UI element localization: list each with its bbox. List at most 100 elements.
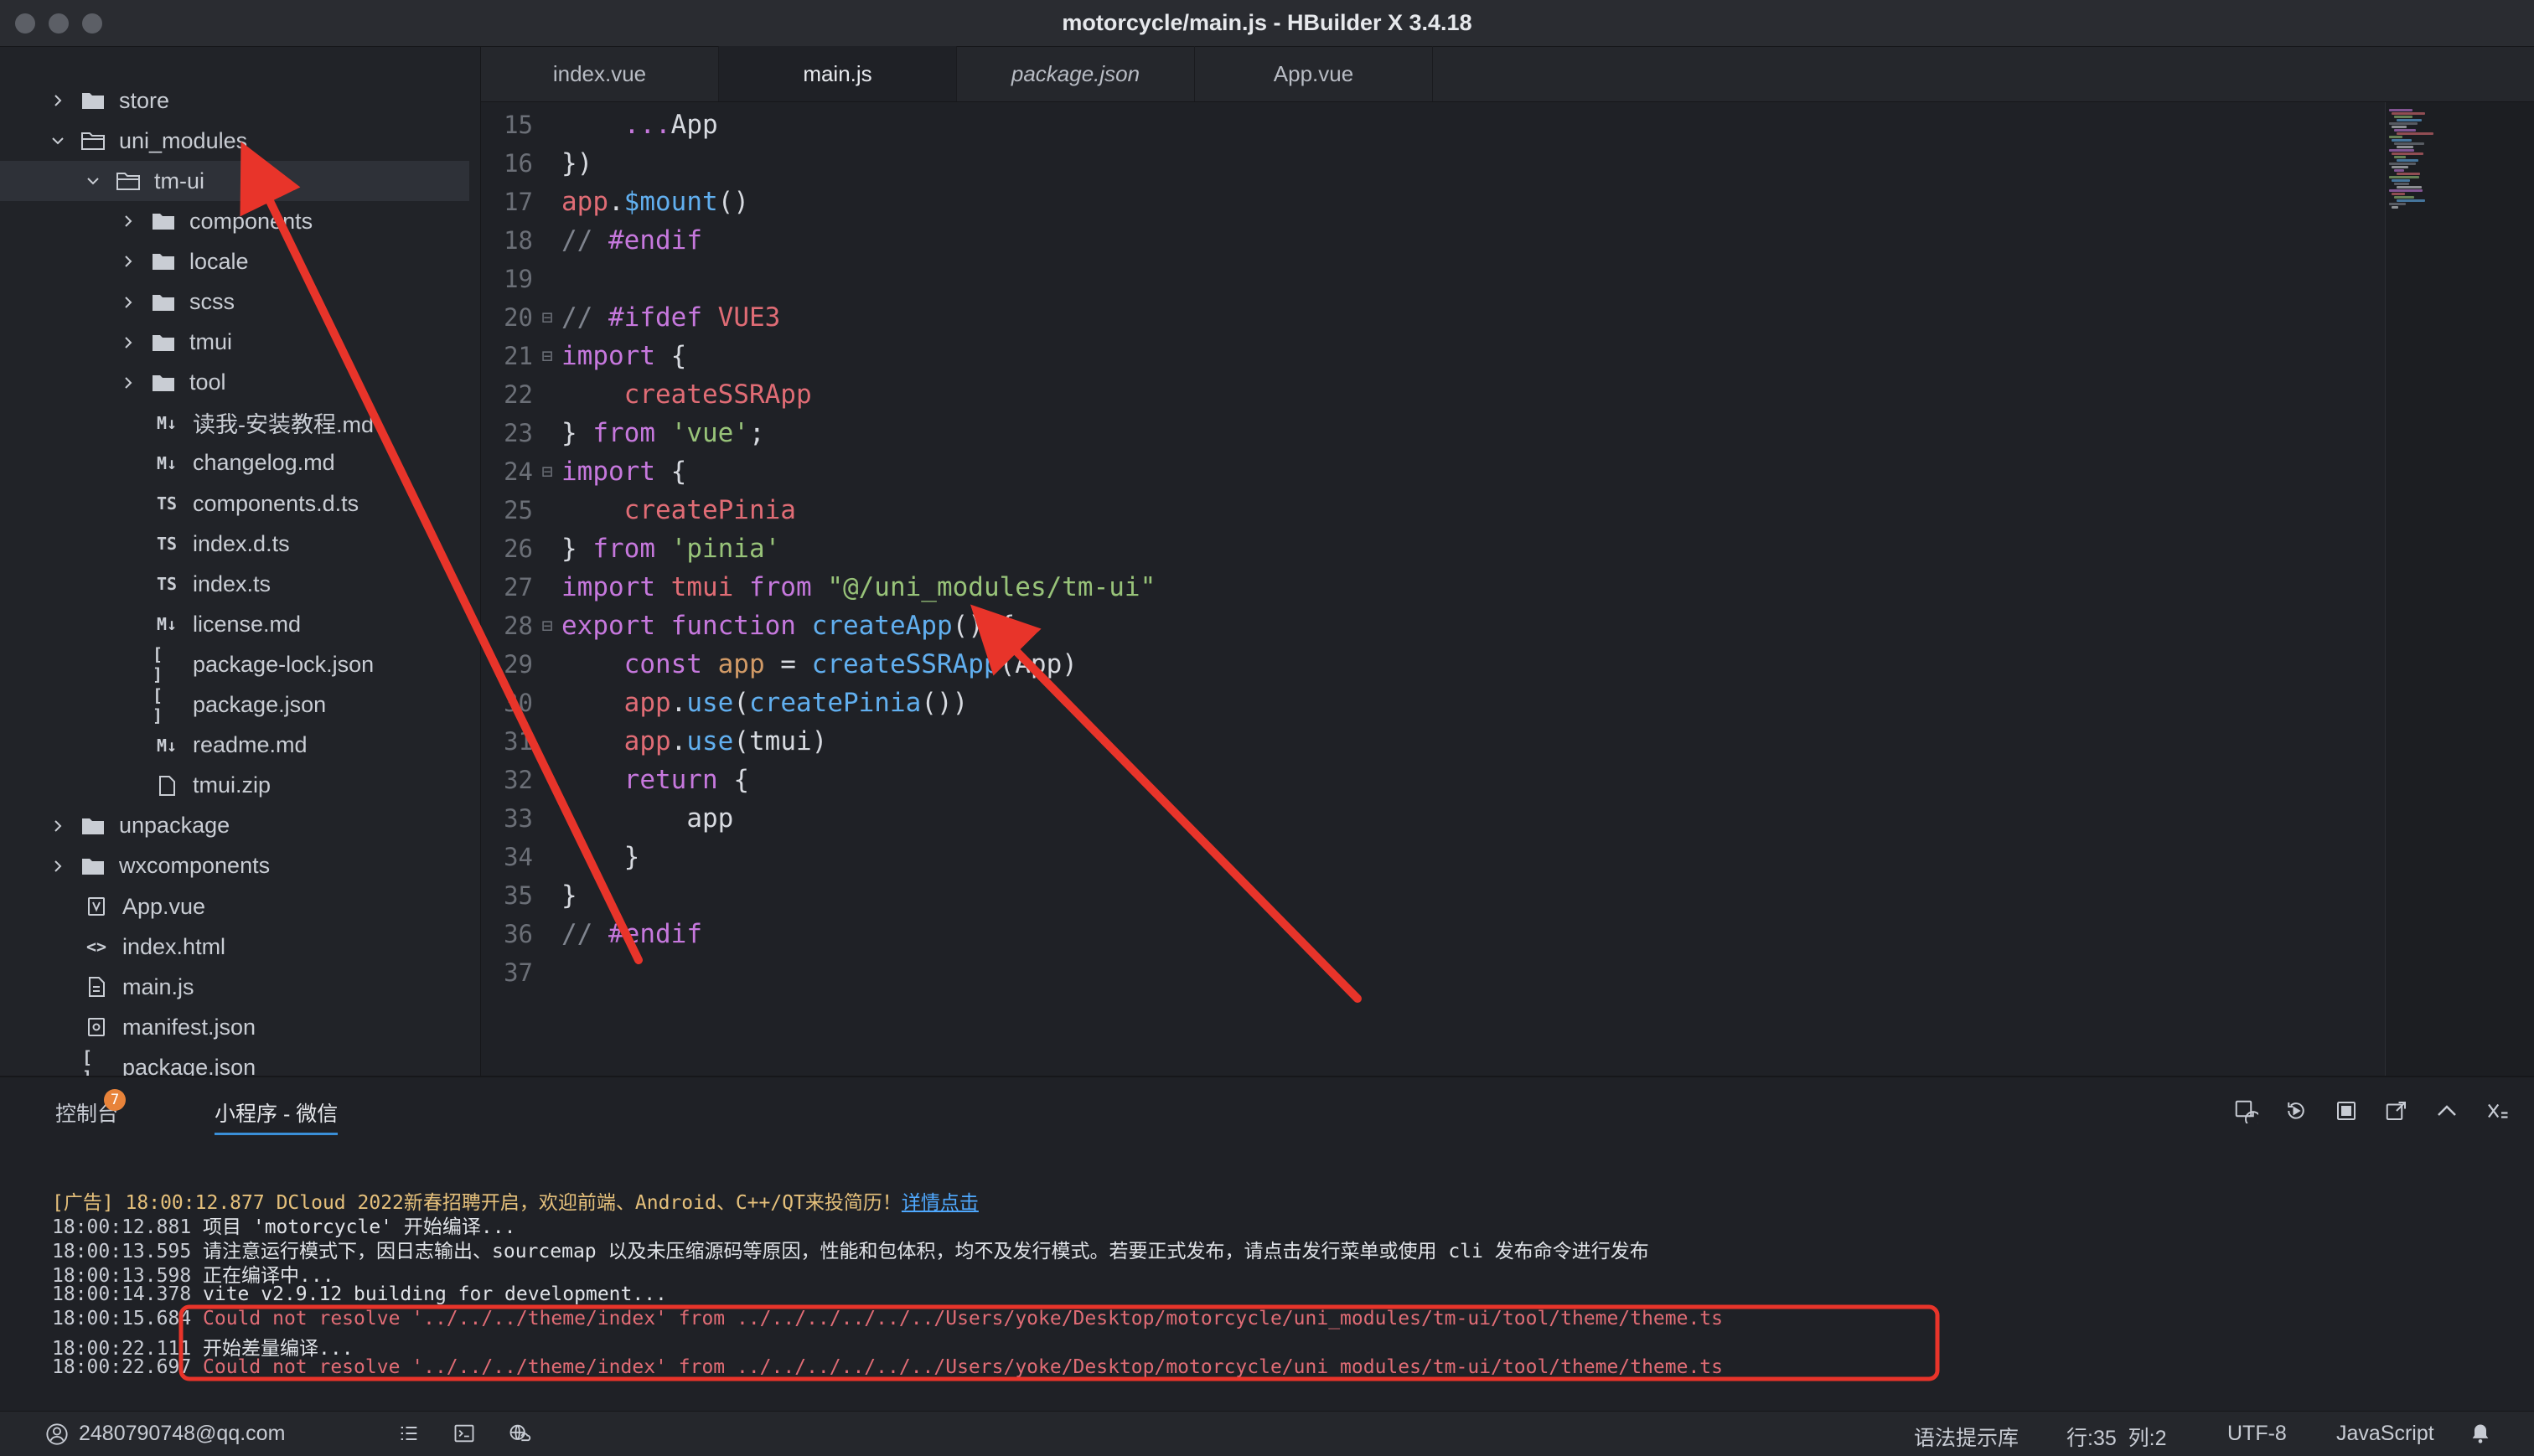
code-line[interactable]: 32 return { xyxy=(481,761,2325,799)
tree-file-manifest-json[interactable]: manifest.json xyxy=(0,1007,469,1047)
tree-folder-tm-ui[interactable]: tm-ui xyxy=(0,161,469,202)
tree-file-app-vue[interactable]: App.vue xyxy=(0,886,469,927)
code-line[interactable]: 20 ⊟// #ifdef VUE3 xyxy=(481,298,2325,337)
code-token: tmui xyxy=(670,572,749,602)
code-line[interactable]: 17 app.$mount() xyxy=(481,183,2325,221)
code-line[interactable]: 26} from 'pinia' xyxy=(481,529,2325,568)
clear-console-icon[interactable] xyxy=(2482,1096,2512,1126)
tab-package-json[interactable]: package.json xyxy=(957,46,1195,101)
chevron-right-icon[interactable] xyxy=(49,817,67,835)
fold-toggle-icon[interactable]: ⊟ xyxy=(533,462,561,483)
code-token: "@/uni_modules/tm-ui" xyxy=(827,572,1156,602)
minimap-line xyxy=(2394,142,2424,145)
reload-icon[interactable] xyxy=(2231,1096,2261,1126)
syntax-library-button[interactable]: 语法提示库 xyxy=(1914,1422,2019,1452)
tree-file-index-d-ts[interactable]: TS index.d.ts xyxy=(0,524,469,564)
ad-details-link[interactable]: 详情点击 xyxy=(902,1192,979,1214)
code-line[interactable]: 34 } xyxy=(481,838,2325,876)
fold-toggle-icon[interactable]: ⊟ xyxy=(533,346,561,367)
export-icon[interactable] xyxy=(2381,1096,2412,1126)
tree-file--md[interactable]: M↓ 读我-安装教程.md xyxy=(0,403,469,443)
code-editor[interactable]: 15 ...App 16}) 17 app.$mount() 18// #endif 19… xyxy=(481,102,2385,1076)
fold-toggle-icon[interactable]: ⊟ xyxy=(533,307,561,328)
minimap[interactable] xyxy=(2385,102,2534,1076)
code-line[interactable]: 24 ⊟ import { xyxy=(481,452,2325,491)
cursor-position[interactable]: 行:35 列:2 xyxy=(2066,1422,2167,1452)
tree-file-package-json[interactable]: [ ] package.json xyxy=(0,1047,469,1076)
terminal-icon[interactable] xyxy=(452,1422,476,1445)
tree-item-label: 读我-安装教程.md xyxy=(193,412,374,438)
tree-item-label: components.d.ts xyxy=(193,490,359,516)
tree-folder-unpackage[interactable]: unpackage xyxy=(0,806,469,846)
account[interactable]: 2480790748@qq.com xyxy=(45,1422,285,1446)
tab-main-js[interactable]: main.js xyxy=(719,46,957,101)
tree-file-tmui-zip[interactable]: tmui.zip xyxy=(0,766,469,806)
code-line[interactable]: 36 // #endif xyxy=(481,915,2325,953)
code-line[interactable]: 16}) xyxy=(481,144,2325,183)
zoom-window-button[interactable] xyxy=(82,13,102,34)
chevron-right-icon[interactable] xyxy=(119,252,137,271)
cloud-icon[interactable] xyxy=(508,1422,531,1445)
code-line[interactable]: 35} xyxy=(481,876,2325,915)
chevron-down-icon[interactable] xyxy=(84,172,102,190)
tree-file-index-html[interactable]: <> index.html xyxy=(0,927,469,967)
tree-file-components-d-ts[interactable]: TS components.d.ts xyxy=(0,483,469,524)
tab-index-vue[interactable]: index.vue xyxy=(481,46,719,101)
close-window-button[interactable] xyxy=(15,13,35,34)
tab-app-vue[interactable]: App.vue xyxy=(1195,46,1433,101)
tree-file-package-lock-json[interactable]: [ ] package-lock.json xyxy=(0,644,469,684)
minimize-window-button[interactable] xyxy=(49,13,69,34)
code-line[interactable]: 22 createSSRApp xyxy=(481,375,2325,414)
line-number: 18 xyxy=(504,226,533,255)
fold-toggle-icon[interactable]: ⊟ xyxy=(533,616,561,637)
tree-file-main-js[interactable]: main.js xyxy=(0,967,469,1007)
chevron-right-icon[interactable] xyxy=(119,293,137,312)
tree-folder-uni-modules[interactable]: uni_modules xyxy=(0,121,469,161)
chevron-down-icon[interactable] xyxy=(49,132,67,150)
tree-file-changelog-md[interactable]: M↓ changelog.md xyxy=(0,443,469,483)
code-line[interactable]: 15 ...App xyxy=(481,106,2325,144)
code-line[interactable]: 27 import tmui from "@/uni_modules/tm-ui" xyxy=(481,568,2325,607)
code-line[interactable]: 33 app xyxy=(481,799,2325,838)
tree-file-readme-md[interactable]: M↓ readme.md xyxy=(0,725,469,766)
code-line[interactable]: 19 xyxy=(481,260,2325,298)
tree-file-package-json[interactable]: [ ] package.json xyxy=(0,685,469,725)
tree-file-index-ts[interactable]: TS index.ts xyxy=(0,564,469,604)
tree-folder-tmui[interactable]: tmui xyxy=(0,323,469,363)
tree-file-license-md[interactable]: M↓ license.md xyxy=(0,604,469,644)
code-text: app.use(createPinia()) xyxy=(561,688,969,718)
code-line[interactable]: 23} from 'vue'; xyxy=(481,414,2325,452)
chevron-right-icon[interactable] xyxy=(49,857,67,875)
code-line[interactable]: 29 const app = createSSRApp(App) xyxy=(481,645,2325,684)
code-token: } xyxy=(623,842,640,872)
code-line[interactable]: 30 app.use(createPinia()) xyxy=(481,684,2325,722)
restart-icon[interactable] xyxy=(2281,1096,2311,1126)
code-line[interactable]: 28 ⊟ export function createApp() { xyxy=(481,607,2325,645)
chevron-right-icon[interactable] xyxy=(119,212,137,230)
collapse-panel-icon[interactable] xyxy=(2432,1096,2462,1126)
tree-folder-components[interactable]: components xyxy=(0,201,469,241)
bell-icon[interactable] xyxy=(2469,1422,2492,1445)
tree-folder-wxcomponents[interactable]: wxcomponents xyxy=(0,846,469,886)
list-icon[interactable] xyxy=(397,1422,421,1445)
chevron-right-icon[interactable] xyxy=(119,333,137,352)
code-token: { xyxy=(670,457,687,487)
folder-open-icon xyxy=(79,128,107,153)
language-mode[interactable]: JavaScript xyxy=(2336,1422,2434,1446)
code-token: #endif xyxy=(608,225,702,256)
code-line[interactable]: 37 xyxy=(481,953,2325,992)
file-encoding[interactable]: UTF-8 xyxy=(2227,1422,2287,1446)
tree-folder-locale[interactable]: locale xyxy=(0,241,469,281)
code-line[interactable]: 31 app.use(tmui) xyxy=(481,722,2325,761)
chevron-right-icon[interactable] xyxy=(119,374,137,392)
chevron-right-icon[interactable] xyxy=(49,91,67,110)
code-line[interactable]: 21 ⊟ import { xyxy=(481,337,2325,375)
tree-folder-store[interactable]: store xyxy=(0,80,469,121)
stop-icon[interactable] xyxy=(2331,1096,2361,1126)
tree-folder-scss[interactable]: scss xyxy=(0,282,469,323)
code-line[interactable]: 25 createPinia xyxy=(481,491,2325,529)
code-line[interactable]: 18 // #endif xyxy=(481,221,2325,260)
tree-folder-tool[interactable]: tool xyxy=(0,363,469,403)
tab-wechat-miniprogram[interactable]: 小程序 - 微信 xyxy=(215,1097,339,1135)
